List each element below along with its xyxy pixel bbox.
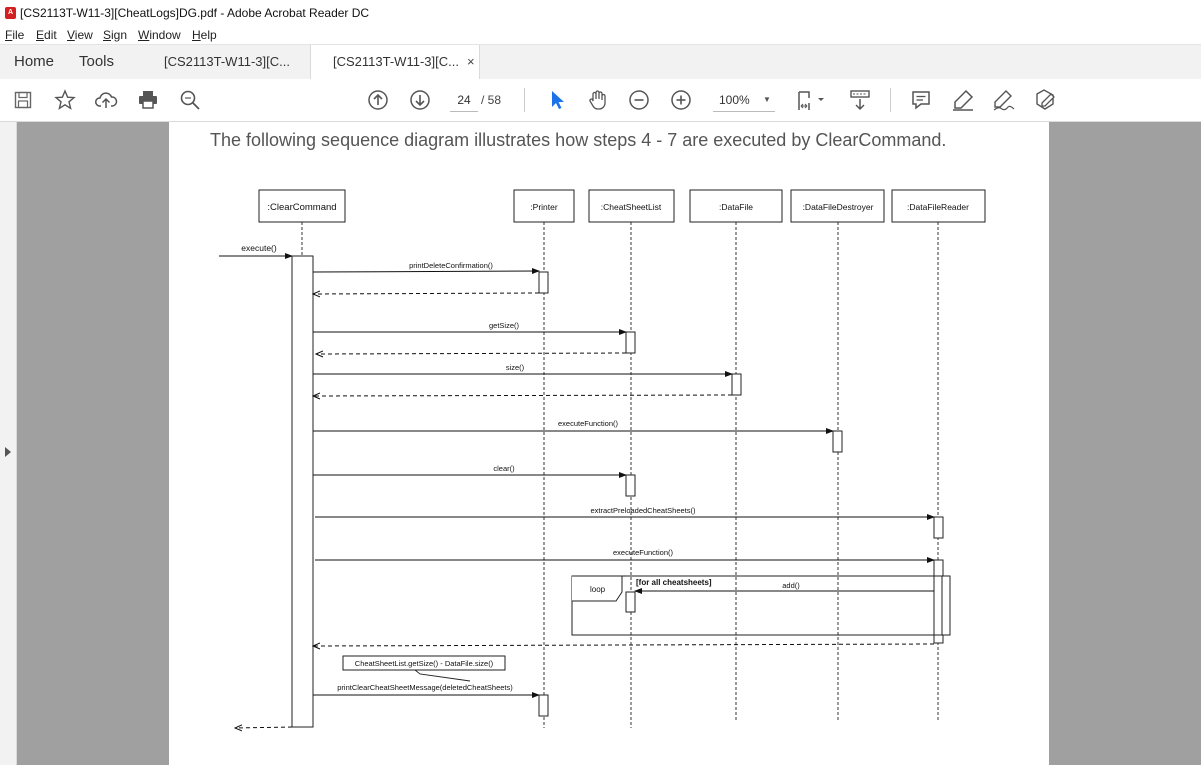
participant-printer-label: :Printer	[530, 202, 558, 212]
sequence-diagram: :ClearCommand :Printer :CheatSheetList :…	[219, 189, 986, 765]
message-arrows	[219, 253, 935, 728]
message-extract-preloaded: extractPreloadedCheatSheets()	[590, 506, 696, 515]
message-clear: clear()	[493, 464, 515, 473]
message-get-size: getSize()	[489, 321, 520, 330]
diagram-note-text: CheatSheetList.getSize() - DataFile.size…	[355, 659, 494, 668]
participant-datafilereader-label: :DataFileReader	[907, 202, 969, 212]
participant-cheatsheetlist-label: :CheatSheetList	[601, 202, 662, 212]
message-size: size()	[506, 363, 525, 372]
loop-guard: [for all cheatsheets]	[636, 578, 712, 587]
participant-datafiledestroyer-label: :DataFileDestroyer	[803, 202, 874, 212]
participant-clearcommand-label: :ClearCommand	[267, 202, 336, 213]
message-add: add()	[782, 581, 800, 590]
note-connector	[414, 669, 471, 682]
message-print-delete-confirmation: printDeleteConfirmation()	[409, 261, 493, 270]
loop-label: loop	[590, 585, 606, 594]
message-execute: execute()	[241, 243, 277, 253]
message-execute-function-destroyer: executeFunction()	[558, 419, 619, 428]
message-execute-function-reader: executeFunction()	[613, 548, 674, 557]
participant-datafile-label: :DataFile	[719, 202, 753, 212]
message-print-clear-message: printClearCheatSheetMessage(deletedCheat…	[337, 683, 513, 692]
